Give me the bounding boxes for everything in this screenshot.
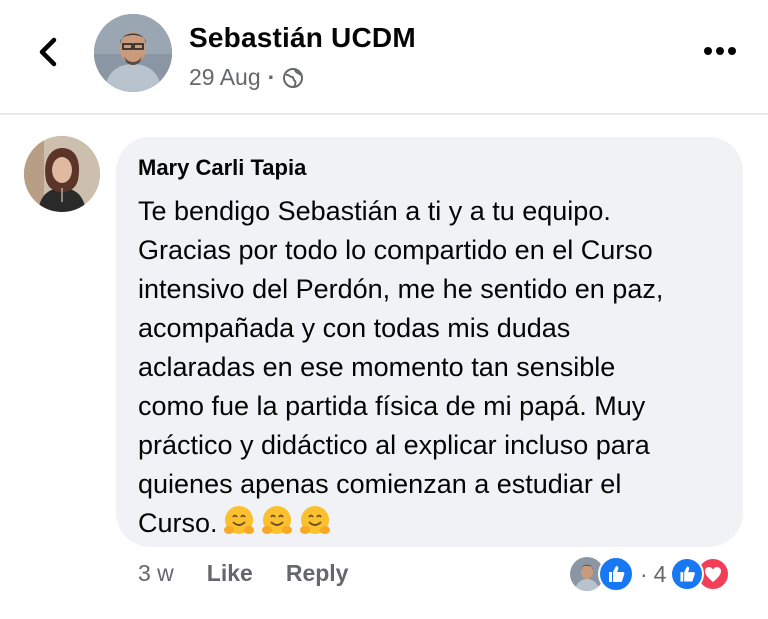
commenter-avatar[interactable] — [24, 136, 100, 212]
comment-actions: 3 w Like Reply — [138, 560, 381, 587]
hugging-face-emoji — [299, 506, 330, 534]
reply-button[interactable]: Reply — [286, 560, 349, 587]
chevron-left-icon[interactable] — [30, 30, 66, 74]
post-date[interactable]: 29 Aug — [189, 64, 261, 91]
comment-author[interactable]: Mary Carli Tapia — [138, 155, 306, 181]
hugging-face-emoji — [223, 506, 254, 534]
like-reaction-icon — [598, 556, 634, 592]
post-meta: 29 Aug · — [189, 64, 304, 91]
divider — [0, 113, 768, 115]
page-avatar[interactable] — [94, 14, 172, 92]
like-button[interactable]: Like — [207, 560, 253, 587]
globe-icon — [283, 67, 304, 88]
like-reaction-icon — [670, 557, 705, 591]
hugging-face-emoji — [261, 506, 292, 534]
comment-text: Te bendigo Sebastián a ti y a tu equipo.… — [138, 192, 738, 543]
more-horizontal-icon[interactable] — [696, 36, 744, 66]
meta-separator: · — [267, 64, 276, 90]
comment-time[interactable]: 3 w — [138, 560, 174, 587]
comment-body: Te bendigo Sebastián a ti y a tu equipo.… — [138, 196, 664, 538]
reaction-count: 4 — [653, 560, 667, 587]
post-header: Sebastián UCDM 29 Aug · — [0, 0, 768, 112]
reactions-separator: · — [640, 560, 648, 587]
reactions-summary[interactable]: · 4 — [568, 555, 731, 593]
page-name[interactable]: Sebastián UCDM — [189, 22, 416, 54]
